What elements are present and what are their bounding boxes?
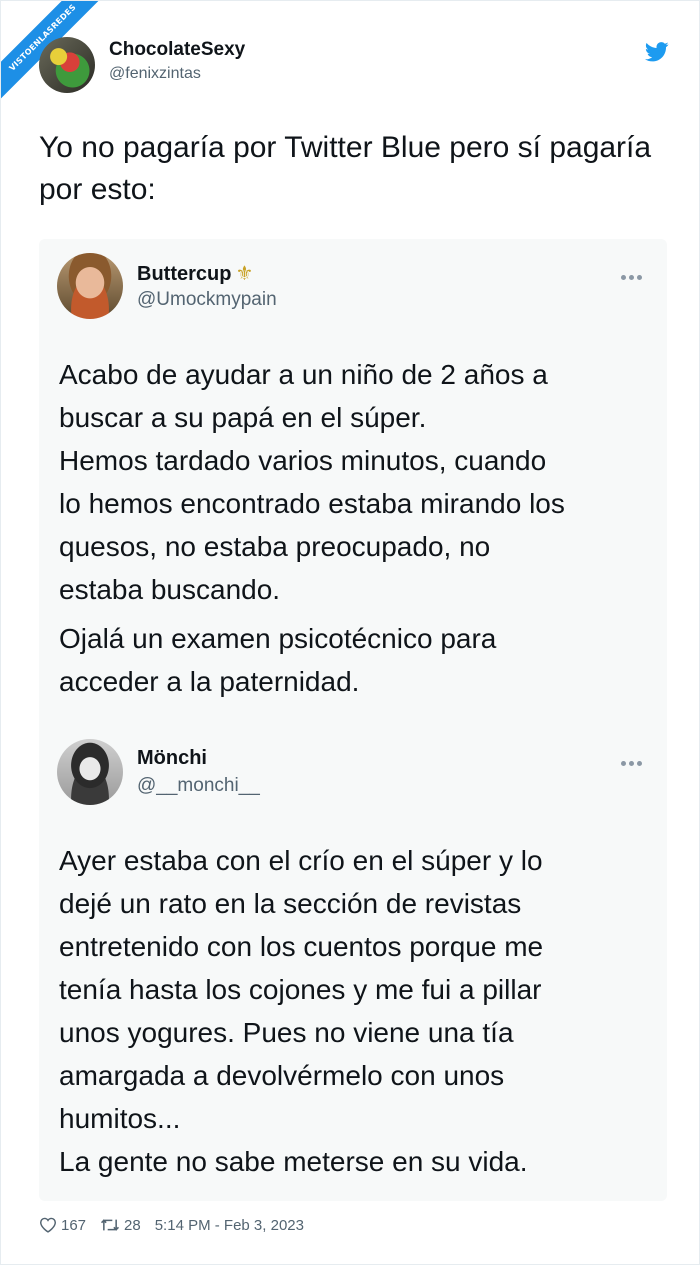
text-line: Ayer estaba con el crío en el súper y lo (59, 845, 543, 876)
text-line: lo hemos encontrado estaba mirando los (59, 488, 565, 519)
quoted-tweet-text-paragraph: Ojalá un examen psicotécnico para accede… (59, 617, 649, 703)
author-name[interactable]: ChocolateSexy (109, 39, 245, 61)
text-line: entretenido con los cuentos porque me (59, 931, 544, 962)
timestamp[interactable]: 5:14 PM - Feb 3, 2023 (155, 1217, 304, 1234)
avatar[interactable] (39, 37, 95, 93)
text-line: Hemos tardado varios minutos, cuando (59, 445, 547, 476)
text-line: quesos, no estaba preocupado, no (59, 531, 491, 562)
author-handle[interactable]: @fenixzintas (109, 65, 201, 83)
like-button[interactable]: 167 (39, 1217, 86, 1234)
tweet-header: ChocolateSexy @fenixzintas (39, 37, 669, 97)
tweet-footer: 167 28 5:14 PM - Feb 3, 2023 (39, 1213, 669, 1237)
quoted-tweet-text: Acabo de ayudar a un niño de 2 años a bu… (59, 353, 649, 611)
retweet-icon (101, 1219, 120, 1231)
quoted-tweet-header: Mönchi @__monchi__ (57, 739, 647, 809)
text-line: humitos... (59, 1103, 181, 1134)
fleur-de-lis-icon: ⚜ (235, 263, 254, 285)
tweet-screenshot: VISTOENLASREDES ChocolateSexy @fenixzint… (0, 0, 700, 1265)
quoted-author-name[interactable]: Mönchi (137, 747, 207, 770)
quoted-author-handle[interactable]: @__monchi__ (137, 775, 260, 797)
avatar[interactable] (57, 253, 123, 319)
text-line: tenía hasta los cojones y me fui a pilla… (59, 974, 542, 1005)
like-count: 167 (61, 1216, 87, 1234)
text-line: Ojalá un examen psicotécnico para (59, 623, 497, 654)
heart-icon (39, 1217, 57, 1233)
retweet-button[interactable]: 28 (100, 1217, 141, 1234)
more-dots-icon[interactable] (621, 267, 647, 280)
retweet-count: 28 (124, 1216, 141, 1234)
text-line: unos yogures. Pues no viene una tía (59, 1017, 514, 1048)
text-line: Acabo de ayudar a un niño de 2 años a (59, 359, 548, 390)
quoted-author-handle[interactable]: @Umockmypain (137, 289, 277, 311)
avatar[interactable] (57, 739, 123, 805)
twitter-bird-icon (645, 42, 669, 62)
text-line: dejé un rato en la sección de revistas (59, 888, 522, 919)
tweet-text: Yo no pagaría por Twitter Blue pero sí p… (39, 131, 652, 206)
text-line: amargada a devolvérmelo con unos (59, 1060, 505, 1091)
text-line: acceder a la paternidad. (59, 666, 360, 697)
text-line: estaba buscando. (59, 574, 281, 605)
embedded-screenshot: Buttercup ⚜ @Umockmypain Acabo de ayudar … (39, 239, 667, 1201)
quoted-tweet-text: Ayer estaba con el crío en el súper y lo… (59, 839, 649, 1183)
text-line: La gente no sabe meterse en su vida. (59, 1146, 528, 1177)
quoted-author-name[interactable]: Buttercup ⚜ (137, 261, 253, 286)
more-dots-icon[interactable] (621, 753, 647, 766)
quoted-tweet-header: Buttercup ⚜ @Umockmypain (57, 253, 647, 323)
text-line: buscar a su papá en el súper. (59, 402, 427, 433)
